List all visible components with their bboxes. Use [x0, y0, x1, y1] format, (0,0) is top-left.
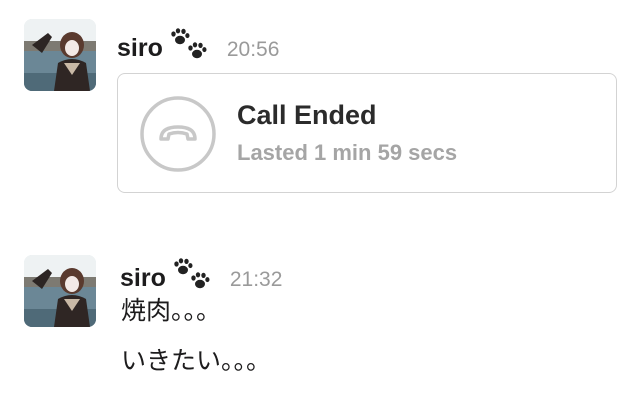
- phone-hangup-icon: [139, 95, 217, 173]
- message-call-ended: siro 20:56 Call Ended Lasted 1 min 59 se…: [0, 0, 640, 200]
- timestamp[interactable]: 21:32: [230, 268, 283, 292]
- username[interactable]: siro: [117, 34, 163, 63]
- avatar[interactable]: [24, 255, 96, 327]
- avatar-photo: [24, 19, 96, 91]
- avatar[interactable]: [24, 19, 96, 91]
- username[interactable]: siro: [120, 264, 166, 293]
- call-duration: Lasted 1 min 59 secs: [237, 140, 458, 165]
- paw-prints-icon: [169, 28, 209, 62]
- paw-prints-icon: [172, 258, 212, 292]
- message-header: siro 20:56: [117, 22, 279, 63]
- avatar-photo: [24, 255, 96, 327]
- message-line: いきたい。。。: [121, 346, 272, 375]
- call-card[interactable]: Call Ended Lasted 1 min 59 secs: [117, 73, 617, 193]
- timestamp[interactable]: 20:56: [227, 38, 280, 62]
- message-text: siro 21:32 焼肉。。。 いきたい。。。: [0, 240, 640, 400]
- message-header: siro 21:32: [120, 252, 282, 293]
- call-title: Call Ended: [237, 100, 377, 130]
- message-line: 焼肉。。。: [121, 296, 222, 325]
